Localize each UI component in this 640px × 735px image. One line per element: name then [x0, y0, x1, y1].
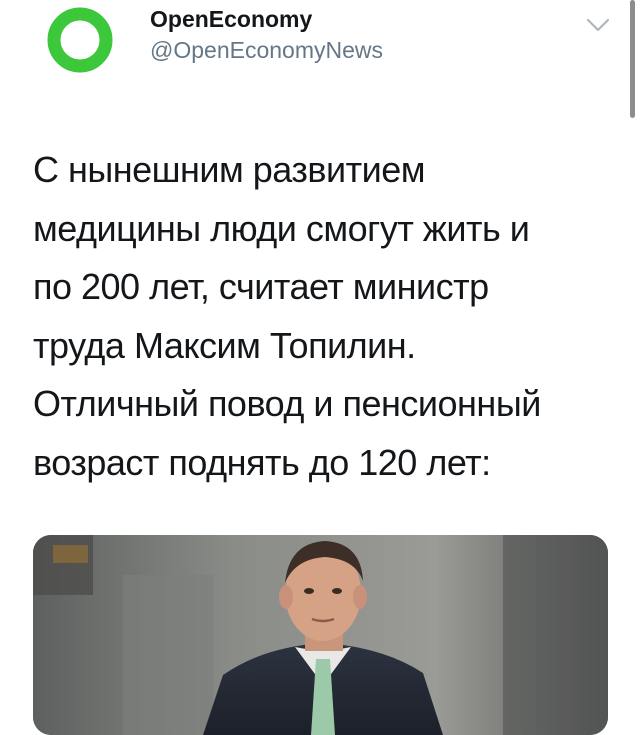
tweet-text-line: возраст поднять до 120 лет: [33, 441, 491, 483]
tweet-menu-button[interactable] [584, 12, 612, 36]
tweet-text-line: медицины люди смогут жить и [33, 207, 530, 249]
tweet-photo[interactable] [33, 535, 608, 735]
account-handle[interactable]: @OpenEconomyNews [150, 34, 383, 66]
green-ring-logo-icon [47, 7, 113, 73]
avatar[interactable] [44, 4, 116, 76]
chevron-down-icon [586, 18, 610, 32]
tweet-text-line: труда Максим Топилин. [33, 324, 416, 366]
account-names[interactable]: OpenEconomy @OpenEconomyNews [150, 4, 383, 66]
scroll-indicator[interactable] [630, 0, 635, 118]
tweet-text: С нынешним развитием медицины люди смогу… [33, 141, 613, 492]
display-name[interactable]: OpenEconomy [150, 4, 383, 34]
tweet-card: OpenEconomy @OpenEconomyNews С нынешним … [0, 0, 640, 735]
tweet-text-line: Отличный повод и пенсионный [33, 383, 541, 424]
man-in-suit-photo [33, 535, 608, 735]
tweet-text-line: С нынешним развитием [33, 149, 426, 190]
tweet-text-line: по 200 лет, считает министр [33, 266, 489, 307]
